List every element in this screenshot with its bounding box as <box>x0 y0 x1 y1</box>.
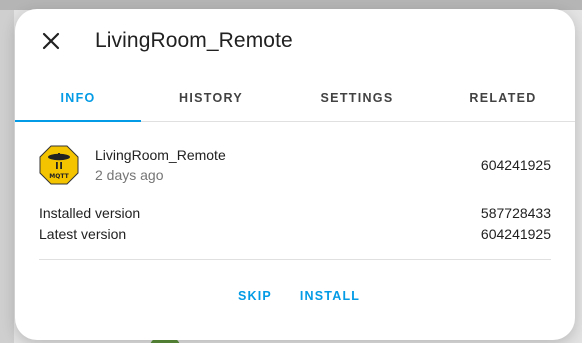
info-content: MQTT LivingRoom_Remote 2 days ago 604241… <box>39 139 551 242</box>
latest-version-value: 604241925 <box>480 226 551 242</box>
active-tab-indicator <box>15 120 141 122</box>
close-icon <box>42 32 60 50</box>
entity-name: LivingRoom_Remote <box>95 147 226 163</box>
skip-button[interactable]: SKIP <box>231 281 279 311</box>
entity-value: 604241925 <box>480 157 551 173</box>
dialog-title: LivingRoom_Remote <box>95 29 293 52</box>
update-dialog: LivingRoom_Remote INFO HISTORY SETTINGS … <box>15 9 575 340</box>
tab-info[interactable]: INFO <box>15 75 141 121</box>
tab-settings[interactable]: SETTINGS <box>281 75 433 121</box>
dialog-actions: SKIP INSTALL <box>15 281 575 311</box>
close-button[interactable] <box>37 27 65 55</box>
logo-text: MQTT <box>49 173 69 180</box>
installed-version-label: Installed version <box>39 205 141 221</box>
tab-related[interactable]: RELATED <box>433 75 573 121</box>
tab-history[interactable]: HISTORY <box>141 75 281 121</box>
background-card-edge <box>0 10 14 343</box>
mqtt-logo-icon: MQTT <box>39 145 79 185</box>
installed-version-value: 587728433 <box>480 205 551 221</box>
entity-row[interactable]: MQTT LivingRoom_Remote 2 days ago 604241… <box>39 139 551 189</box>
installed-version-row: Installed version 587728433 <box>39 205 551 225</box>
dialog-header: LivingRoom_Remote <box>15 9 575 71</box>
latest-version-row: Latest version 604241925 <box>39 226 551 246</box>
actions-divider <box>39 259 551 260</box>
tab-bar: INFO HISTORY SETTINGS RELATED <box>15 75 575 122</box>
latest-version-label: Latest version <box>39 226 127 242</box>
entity-last-changed: 2 days ago <box>95 167 164 183</box>
install-button[interactable]: INSTALL <box>295 281 365 311</box>
